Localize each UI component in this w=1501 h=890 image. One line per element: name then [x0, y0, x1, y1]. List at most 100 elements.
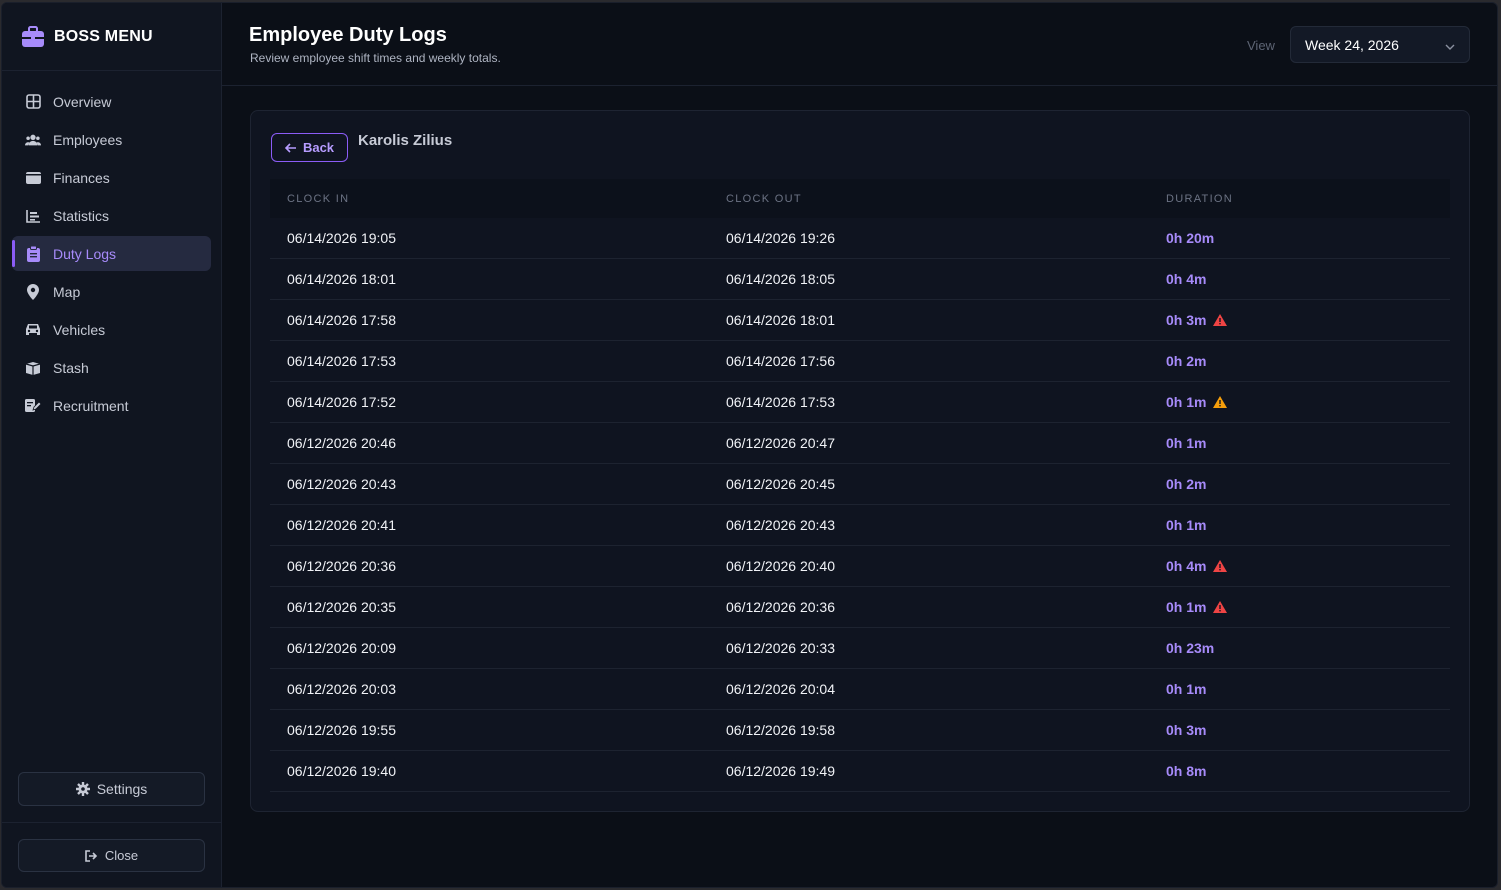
duration-value: 0h 20m — [1166, 230, 1215, 246]
column-header-duration: DURATION — [1166, 192, 1234, 205]
clock-in-cell: 06/12/2026 20:41 — [287, 517, 396, 533]
sidebar-item-label: Vehicles — [53, 321, 106, 338]
sidebar-item-overview[interactable]: Overview — [12, 84, 211, 119]
duration-cell: 0h 2m — [1166, 476, 1206, 492]
week-select[interactable]: Week 24, 2026 — [1290, 26, 1470, 63]
sidebar-item-duty-logs[interactable]: Duty Logs — [12, 236, 211, 271]
warning-icon — [1213, 314, 1228, 326]
duty-log-card: Back Karolis Zilius CLOCK IN CLOCK OUT D… — [250, 110, 1470, 812]
warning-icon — [1213, 560, 1228, 572]
sidebar-item-label: Recruitment — [53, 397, 129, 414]
clock-out-cell: 06/12/2026 20:45 — [726, 476, 835, 492]
column-header-clock-in: CLOCK IN — [287, 192, 350, 205]
duration-cell: 0h 4m — [1166, 271, 1206, 287]
sidebar-item-vehicles[interactable]: Vehicles — [12, 312, 211, 347]
table-row: 06/14/2026 18:01 06/14/2026 18:05 0h 4m — [270, 259, 1450, 300]
table-row: 06/12/2026 20:35 06/12/2026 20:36 0h 1m — [270, 587, 1450, 628]
table-row: 06/12/2026 20:43 06/12/2026 20:45 0h 2m — [270, 464, 1450, 505]
chevron-down-icon — [1445, 39, 1455, 55]
clock-in-cell: 06/12/2026 19:55 — [287, 722, 396, 738]
brand-title: BOSS MENU — [54, 27, 153, 45]
duration-value: 0h 4m — [1166, 271, 1207, 287]
brand: BOSS MENU — [2, 3, 221, 71]
warning-icon — [1213, 396, 1228, 408]
page-title: Employee Duty Logs — [249, 24, 447, 46]
duration-value: 0h 23m — [1166, 640, 1215, 656]
page-subtitle: Review employee shift times and weekly t… — [250, 51, 501, 65]
table-row: 06/14/2026 17:53 06/14/2026 17:56 0h 2m — [270, 341, 1450, 382]
clock-in-cell: 06/14/2026 18:01 — [287, 271, 396, 287]
close-button[interactable]: Close — [18, 839, 205, 872]
sidebar-item-stash[interactable]: Stash — [12, 350, 211, 385]
clock-out-cell: 06/12/2026 20:04 — [726, 681, 835, 697]
clock-out-cell: 06/12/2026 20:36 — [726, 599, 835, 615]
sidebar-item-label: Employees — [53, 131, 123, 148]
warning-icon — [1213, 601, 1228, 613]
clock-out-cell: 06/14/2026 19:26 — [726, 230, 835, 246]
clock-in-cell: 06/12/2026 20:36 — [287, 558, 396, 574]
clipboard-icon — [25, 245, 41, 262]
sidebar-item-finances[interactable]: Finances — [12, 160, 211, 195]
map-pin-icon — [25, 283, 41, 300]
back-label: Back — [302, 140, 335, 155]
sidebar-item-label: Map — [53, 283, 81, 300]
car-icon — [25, 322, 41, 338]
grid-icon — [25, 94, 41, 110]
box-icon — [25, 360, 41, 376]
table-row: 06/14/2026 19:05 06/14/2026 19:26 0h 20m — [270, 218, 1450, 259]
duration-cell: 0h 23m — [1166, 640, 1214, 656]
sidebar-item-employees[interactable]: Employees — [12, 122, 211, 157]
gear-icon — [75, 782, 90, 796]
clock-out-cell: 06/14/2026 17:56 — [726, 353, 835, 369]
app-window: BOSS MENU Overview Employees Finances St… — [1, 2, 1498, 888]
sidebar-nav: Overview Employees Finances Statistics D… — [2, 71, 221, 426]
employee-name: Karolis Zilius — [358, 132, 453, 149]
duration-value: 0h 3m — [1166, 722, 1207, 738]
settings-button[interactable]: Settings — [18, 772, 205, 806]
clock-in-cell: 06/12/2026 20:46 — [287, 435, 396, 451]
clock-out-cell: 06/12/2026 19:58 — [726, 722, 835, 738]
duration-cell: 0h 1m — [1166, 599, 1228, 615]
briefcase-icon — [21, 25, 45, 48]
table-row: 06/12/2026 20:03 06/12/2026 20:04 0h 1m — [270, 669, 1450, 710]
week-select-value: Week 24, 2026 — [1305, 36, 1399, 53]
duration-cell: 0h 1m — [1166, 681, 1206, 697]
sign-out-icon — [85, 849, 98, 862]
table-row: 06/14/2026 17:58 06/14/2026 18:01 0h 3m — [270, 300, 1450, 341]
back-button[interactable]: Back — [271, 133, 348, 162]
edit-icon — [25, 398, 41, 414]
duration-cell: 0h 1m — [1166, 435, 1206, 451]
duration-value: 0h 1m — [1166, 435, 1207, 451]
clock-out-cell: 06/12/2026 20:47 — [726, 435, 835, 451]
table-row: 06/14/2026 17:52 06/14/2026 17:53 0h 1m — [270, 382, 1450, 423]
table-row: 06/12/2026 19:55 06/12/2026 19:58 0h 3m — [270, 710, 1450, 751]
sidebar-item-label: Statistics — [53, 207, 110, 224]
settings-label: Settings — [96, 781, 148, 797]
users-icon — [25, 132, 41, 148]
duration-cell: 0h 3m — [1166, 312, 1228, 328]
clock-out-cell: 06/14/2026 18:05 — [726, 271, 835, 287]
view-label: View — [1247, 38, 1275, 53]
main-content: Employee Duty Logs Review employee shift… — [222, 3, 1497, 887]
table-row: 06/12/2026 20:09 06/12/2026 20:33 0h 23m — [270, 628, 1450, 669]
duration-value: 0h 1m — [1166, 681, 1207, 697]
duration-cell: 0h 2m — [1166, 353, 1206, 369]
clock-out-cell: 06/12/2026 19:49 — [726, 763, 835, 779]
clock-out-cell: 06/14/2026 18:01 — [726, 312, 835, 328]
clock-in-cell: 06/12/2026 20:35 — [287, 599, 396, 615]
clock-in-cell: 06/12/2026 19:40 — [287, 763, 396, 779]
duration-value: 0h 4m — [1166, 558, 1207, 574]
duration-cell: 0h 20m — [1166, 230, 1214, 246]
chart-icon — [25, 208, 41, 224]
sidebar-item-map[interactable]: Map — [12, 274, 211, 309]
sidebar: BOSS MENU Overview Employees Finances St… — [2, 3, 222, 887]
sidebar-item-recruitment[interactable]: Recruitment — [12, 388, 211, 423]
clock-in-cell: 06/12/2026 20:03 — [287, 681, 396, 697]
duration-cell: 0h 1m — [1166, 517, 1206, 533]
clock-out-cell: 06/12/2026 20:33 — [726, 640, 835, 656]
duration-value: 0h 2m — [1166, 476, 1207, 492]
duration-value: 0h 2m — [1166, 353, 1207, 369]
clock-out-cell: 06/12/2026 20:43 — [726, 517, 835, 533]
sidebar-item-label: Finances — [53, 169, 110, 186]
sidebar-item-statistics[interactable]: Statistics — [12, 198, 211, 233]
